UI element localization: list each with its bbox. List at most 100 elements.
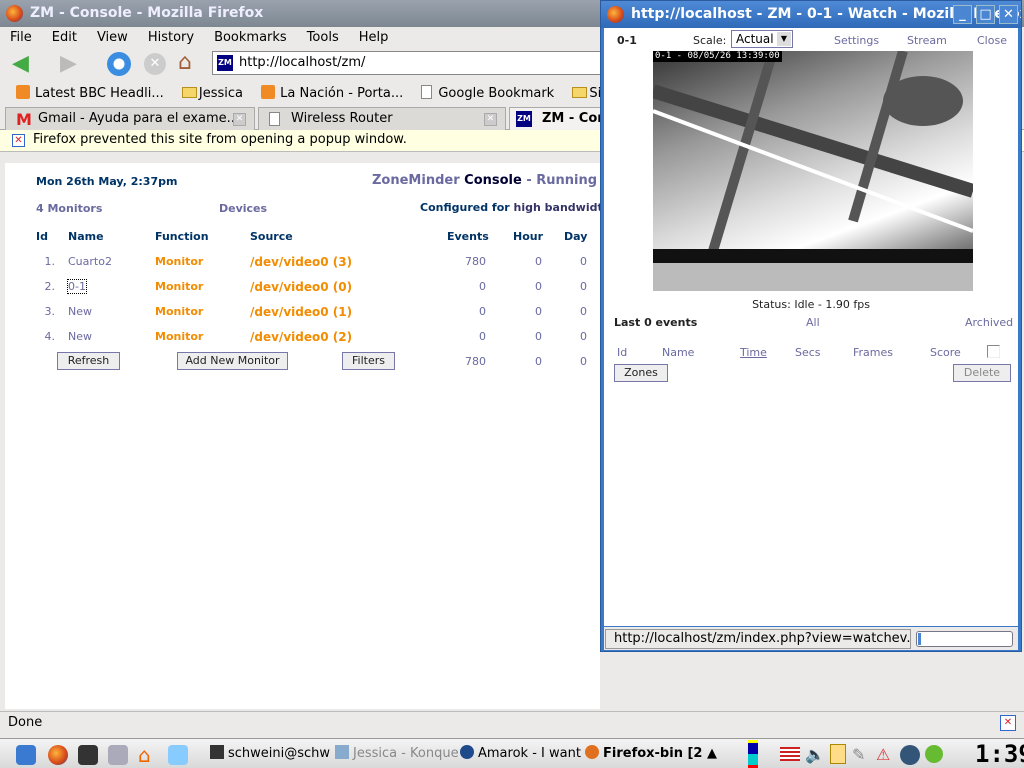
task-firefox[interactable]: Firefox-bin [2 ▲ bbox=[585, 745, 717, 763]
delete-button[interactable]: Delete bbox=[953, 364, 1011, 382]
all-events-link[interactable]: All bbox=[806, 316, 820, 329]
forward-icon[interactable]: ▶ bbox=[60, 53, 77, 75]
cell-source[interactable]: /dev/video0 (3) bbox=[250, 255, 400, 269]
cell-source[interactable]: /dev/video0 (2) bbox=[250, 330, 400, 344]
menu-edit[interactable]: Edit bbox=[52, 30, 77, 45]
clock[interactable]: 1:39 bbox=[975, 740, 1024, 768]
cell-events[interactable]: 0 bbox=[445, 305, 486, 318]
menu-tools[interactable]: Tools bbox=[307, 30, 339, 45]
cell-name[interactable]: 0-1 bbox=[67, 279, 87, 294]
folder-icon bbox=[572, 87, 588, 98]
menu-help[interactable]: Help bbox=[359, 30, 389, 45]
tab-gmail[interactable]: M Gmail - Ayuda para el exame... ✕ bbox=[5, 107, 255, 130]
stream-link[interactable]: Stream bbox=[907, 34, 947, 47]
reload-icon[interactable] bbox=[107, 52, 131, 76]
back-icon[interactable]: ◀ bbox=[12, 53, 29, 75]
bookmark-bbc[interactable]: Latest BBC Headli... bbox=[16, 85, 164, 101]
cell-name[interactable]: Cuarto2 bbox=[68, 255, 148, 268]
col-hour: Hour bbox=[513, 230, 544, 243]
maximize-button[interactable]: □ bbox=[976, 5, 995, 24]
cell-hour[interactable]: 0 bbox=[505, 330, 542, 343]
url-input[interactable]: ZM http://localhost/zm/ bbox=[212, 51, 632, 75]
system-launcher-icon[interactable] bbox=[108, 745, 128, 765]
events-col-id[interactable]: Id bbox=[617, 346, 627, 359]
refresh-button[interactable]: Refresh bbox=[57, 352, 120, 370]
archived-events-link[interactable]: Archived bbox=[965, 316, 1013, 329]
bookmark-google[interactable]: Google Bookmark bbox=[421, 85, 554, 101]
kde-menu-icon[interactable] bbox=[16, 745, 36, 765]
task-konqueror[interactable]: Jessica - Konque bbox=[335, 745, 459, 763]
task-amarok[interactable]: Amarok - I want bbox=[460, 745, 581, 763]
menu-file[interactable]: File bbox=[10, 30, 32, 45]
events-col-score[interactable]: Score bbox=[930, 346, 961, 359]
menu-history[interactable]: History bbox=[148, 30, 194, 45]
firefox-launcher-icon[interactable] bbox=[48, 745, 68, 765]
page-icon bbox=[269, 112, 280, 126]
scale-select[interactable]: Actual ▼ bbox=[731, 30, 793, 48]
cell-hour[interactable]: 0 bbox=[505, 255, 542, 268]
bandwidth-link[interactable]: high bandwidth bbox=[514, 201, 611, 214]
cell-day[interactable]: 0 bbox=[555, 330, 587, 343]
us-flag-icon[interactable] bbox=[780, 747, 800, 761]
terminal-icon bbox=[210, 745, 224, 759]
cell-name[interactable]: New bbox=[68, 305, 148, 318]
cell-hour[interactable]: 0 bbox=[505, 305, 542, 318]
cell-events[interactable]: 780 bbox=[445, 255, 486, 268]
total-events[interactable]: 780 bbox=[445, 355, 486, 368]
events-col-frames[interactable]: Frames bbox=[853, 346, 893, 359]
cell-events[interactable]: 0 bbox=[445, 330, 486, 343]
terminal-launcher-icon[interactable] bbox=[78, 745, 98, 765]
console-title: ZoneMinder Console - Running - v1 bbox=[372, 173, 630, 188]
total-hour[interactable]: 0 bbox=[505, 355, 542, 368]
cell-day[interactable]: 0 bbox=[555, 255, 587, 268]
volume-icon[interactable]: 🔈 bbox=[805, 745, 825, 764]
events-col-name[interactable]: Name bbox=[662, 346, 694, 359]
cell-function[interactable]: Monitor bbox=[155, 305, 235, 318]
wifi-icon[interactable] bbox=[900, 745, 920, 765]
pager-icon[interactable] bbox=[748, 740, 758, 768]
bookmark-la-nacion[interactable]: La Nación - Porta... bbox=[261, 85, 403, 101]
cell-id: 4. bbox=[44, 330, 56, 343]
warning-icon[interactable]: ⚠ bbox=[876, 745, 890, 764]
cell-function[interactable]: Monitor bbox=[155, 280, 235, 293]
cell-source[interactable]: /dev/video0 (0) bbox=[250, 280, 400, 294]
settings-link[interactable]: Settings bbox=[834, 34, 879, 47]
events-col-time[interactable]: Time bbox=[740, 346, 767, 359]
stop-icon[interactable]: ✕ bbox=[144, 53, 166, 75]
minimize-button[interactable]: _ bbox=[953, 5, 972, 24]
bookmark-jessica[interactable]: Jessica bbox=[181, 86, 243, 101]
close-link[interactable]: Close bbox=[977, 34, 1007, 47]
close-window-button[interactable]: ✕ bbox=[999, 5, 1018, 24]
klipper-icon[interactable] bbox=[830, 744, 846, 764]
devices-link[interactable]: Devices bbox=[219, 202, 267, 215]
events-col-secs[interactable]: Secs bbox=[795, 346, 821, 359]
close-tab-icon[interactable]: ✕ bbox=[484, 113, 497, 126]
cell-function[interactable]: Monitor bbox=[155, 255, 235, 268]
home-launcher-icon[interactable]: ⌂ bbox=[138, 745, 158, 765]
cell-source[interactable]: /dev/video0 (1) bbox=[250, 305, 400, 319]
cell-id: 2. bbox=[44, 280, 56, 293]
cell-events[interactable]: 0 bbox=[445, 280, 486, 293]
zones-button[interactable]: Zones bbox=[614, 364, 668, 382]
updater-icon[interactable] bbox=[925, 745, 943, 763]
menu-bookmarks[interactable]: Bookmarks bbox=[214, 30, 287, 45]
task-terminal[interactable]: schweini@schw bbox=[210, 745, 330, 763]
firefox-icon bbox=[585, 745, 599, 759]
home-icon[interactable]: ⌂ bbox=[178, 51, 192, 75]
network-icon[interactable]: ✎ bbox=[852, 745, 865, 764]
cell-function[interactable]: Monitor bbox=[155, 330, 235, 343]
cell-day[interactable]: 0 bbox=[555, 305, 587, 318]
add-new-monitor-button[interactable]: Add New Monitor bbox=[177, 352, 288, 370]
konqueror-launcher-icon[interactable] bbox=[168, 745, 188, 765]
menu-view[interactable]: View bbox=[97, 30, 128, 45]
cell-hour[interactable]: 0 bbox=[505, 280, 542, 293]
filters-button[interactable]: Filters bbox=[342, 352, 395, 370]
popup-blocked-status-icon[interactable]: ✕ bbox=[1000, 715, 1016, 731]
cell-day[interactable]: 0 bbox=[555, 280, 587, 293]
total-day[interactable]: 0 bbox=[555, 355, 587, 368]
cell-name[interactable]: New bbox=[68, 330, 148, 343]
tab-wireless-router[interactable]: Wireless Router ✕ bbox=[258, 107, 506, 130]
close-tab-icon[interactable]: ✕ bbox=[233, 113, 246, 126]
amarok-icon bbox=[460, 745, 474, 759]
select-all-checkbox[interactable] bbox=[987, 345, 1000, 358]
